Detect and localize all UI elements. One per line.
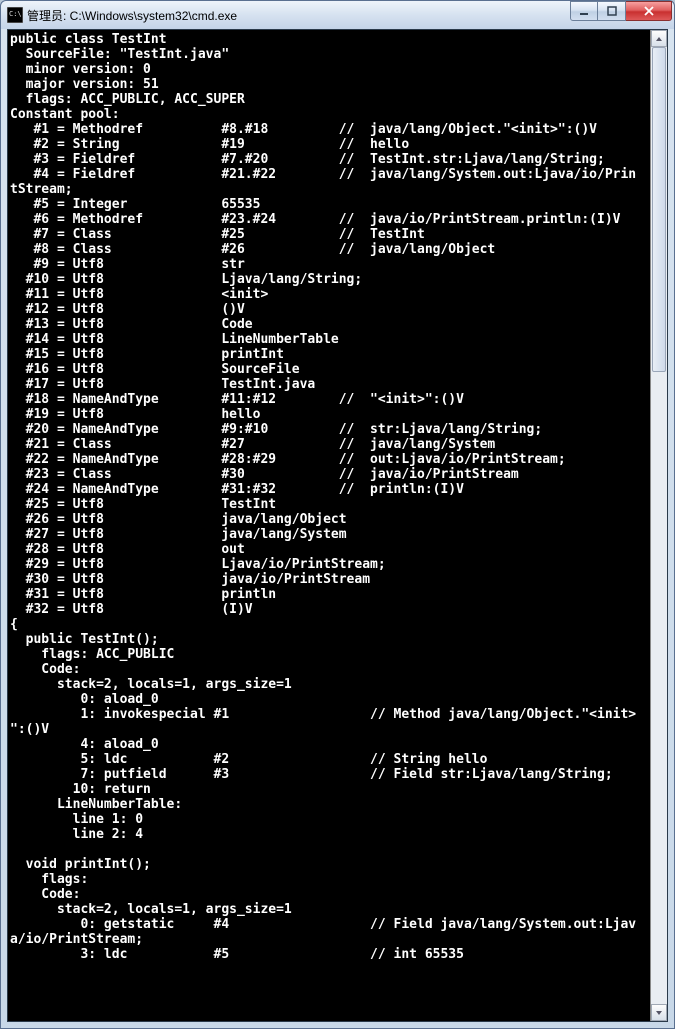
cmd-window: C:\ 管理员: C:\Windows\system32\cmd.exe pub…	[0, 0, 675, 1029]
terminal-output[interactable]: public class TestInt SourceFile: "TestIn…	[8, 30, 650, 1021]
scroll-thumb[interactable]	[652, 47, 666, 372]
terminal-container: public class TestInt SourceFile: "TestIn…	[7, 29, 668, 1022]
scroll-up-button[interactable]	[651, 30, 667, 47]
scroll-down-button[interactable]	[651, 1004, 667, 1021]
close-button[interactable]	[626, 1, 672, 21]
window-title: 管理员: C:\Windows\system32\cmd.exe	[27, 7, 237, 24]
window-controls	[570, 1, 672, 21]
svg-text:C:\: C:\	[9, 10, 22, 18]
minimize-button[interactable]	[570, 1, 598, 21]
titlebar[interactable]: C:\ 管理员: C:\Windows\system32\cmd.exe	[1, 1, 674, 29]
vertical-scrollbar[interactable]	[650, 30, 667, 1021]
maximize-button[interactable]	[598, 1, 626, 21]
cmd-icon: C:\	[7, 7, 23, 23]
scroll-track[interactable]	[651, 47, 667, 1004]
